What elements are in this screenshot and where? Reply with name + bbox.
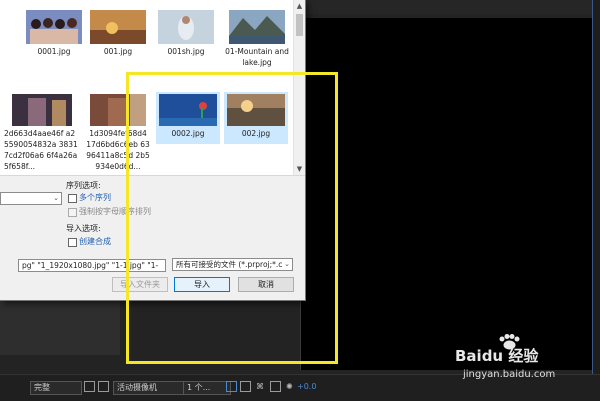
create-composition-label: 创建合成 — [79, 237, 111, 246]
file-name: 001.jpg — [103, 47, 133, 56]
exposure-value[interactable]: +0.0 — [294, 381, 319, 393]
file-item[interactable]: 001sh.jpg — [154, 8, 218, 57]
multi-sequence-label: 多个序列 — [79, 193, 111, 202]
file-name: 2d663d4aae46f a25590054832a 38317cd2f06a… — [4, 129, 78, 171]
force-alpha-checkbox[interactable] — [68, 208, 77, 217]
file-name: 001sh.jpg — [167, 47, 205, 56]
image-thumbnail — [229, 10, 285, 44]
flowchart-icon[interactable]: ⌘ — [253, 381, 267, 393]
fast-preview-icon[interactable] — [226, 381, 237, 392]
toggle-mask-icon[interactable] — [240, 381, 251, 392]
watermark-brand: Baidu 经验 — [455, 347, 539, 365]
multi-sequence-checkbox[interactable] — [68, 194, 77, 203]
sequence-options-label: 序列选项: — [66, 181, 101, 190]
image-thumbnail — [26, 10, 82, 44]
file-name: 0001.jpg — [37, 47, 71, 56]
create-composition-checkbox[interactable] — [68, 238, 77, 247]
image-thumbnail — [90, 10, 146, 44]
image-thumbnail — [158, 10, 214, 44]
watermark-url: jingyan.baidu.com — [463, 369, 556, 380]
format-dropdown[interactable]: ⌄ — [0, 192, 62, 205]
import-options-label: 导入选项: — [66, 224, 101, 233]
views-dropdown[interactable]: 1 个... — [183, 381, 231, 395]
panel-edge — [592, 0, 600, 400]
file-item[interactable]: 01-Mountain and lake.jpg — [225, 8, 289, 68]
scroll-thumb[interactable] — [296, 14, 303, 36]
resolution-dropdown[interactable]: 完整 — [30, 381, 82, 395]
highlight-annotation-box — [126, 72, 338, 364]
chevron-down-icon: ⌄ — [53, 194, 59, 202]
file-item[interactable]: 0001.jpg — [22, 8, 86, 57]
scroll-up-arrow-icon[interactable]: ▲ — [294, 0, 305, 12]
snapshot-icon[interactable] — [270, 381, 281, 392]
file-name: 01-Mountain and lake.jpg — [225, 47, 289, 67]
composition-viewer — [300, 18, 593, 370]
image-thumbnail — [12, 94, 72, 126]
camera-dropdown[interactable]: 活动摄像机 — [113, 381, 185, 395]
region-of-interest-icon[interactable] — [84, 381, 95, 392]
transparency-grid-icon[interactable] — [98, 381, 109, 392]
file-item[interactable]: 001.jpg — [86, 8, 150, 57]
file-item[interactable]: 2d663d4aae46f a25590054832a 38317cd2f06a… — [4, 92, 78, 172]
